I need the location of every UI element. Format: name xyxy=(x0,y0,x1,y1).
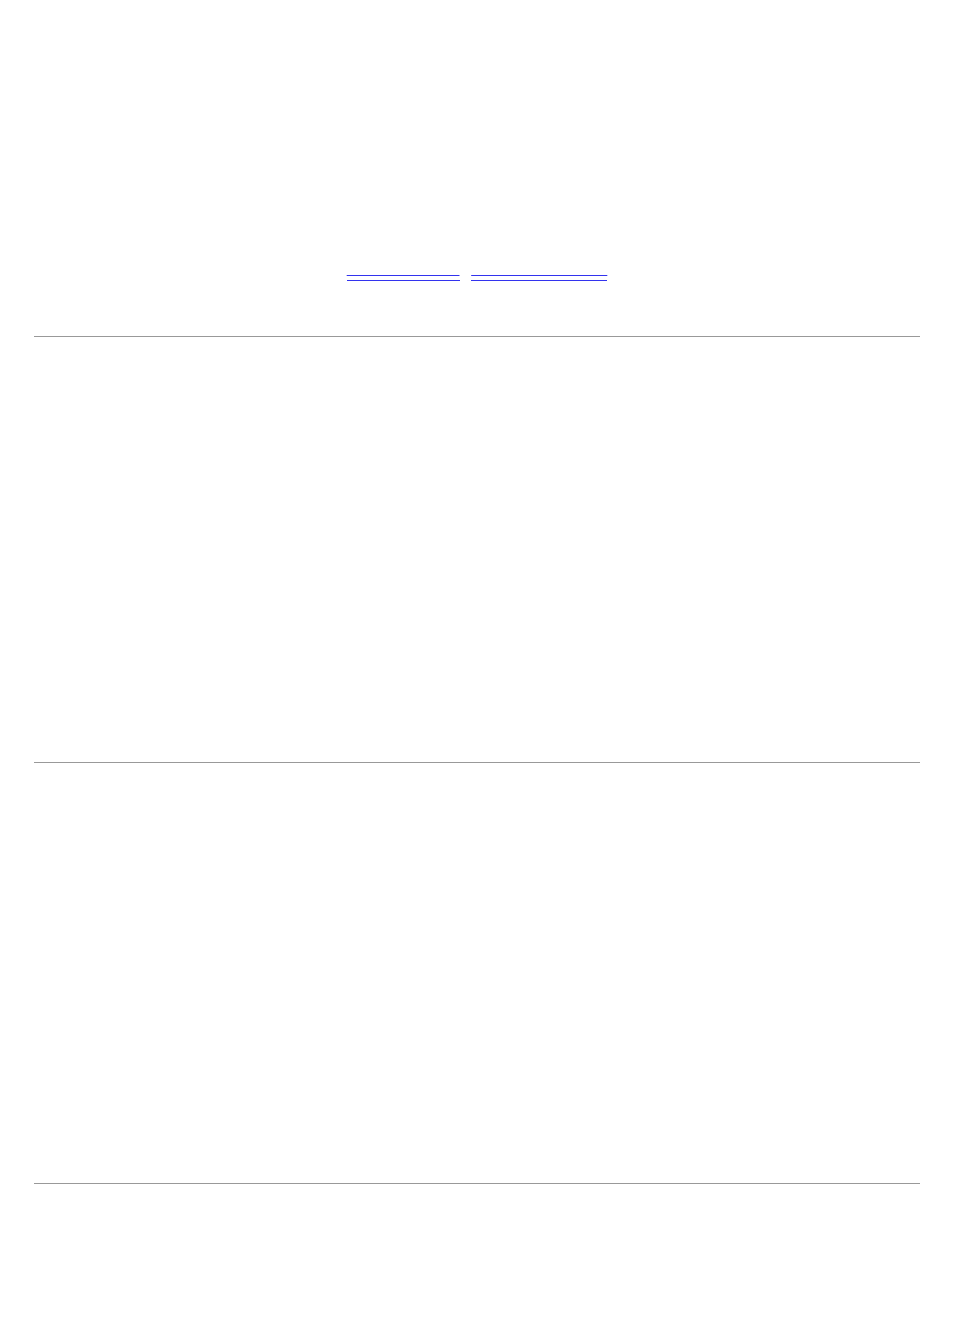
link-separator xyxy=(463,261,467,277)
section-1 xyxy=(34,337,920,707)
header-spacer xyxy=(34,20,920,260)
header-link-2[interactable] xyxy=(471,260,607,281)
subtitle-line xyxy=(34,260,920,281)
section-2 xyxy=(34,763,920,1128)
footer-spacer xyxy=(34,1184,920,1324)
header-link-1[interactable] xyxy=(347,260,460,281)
